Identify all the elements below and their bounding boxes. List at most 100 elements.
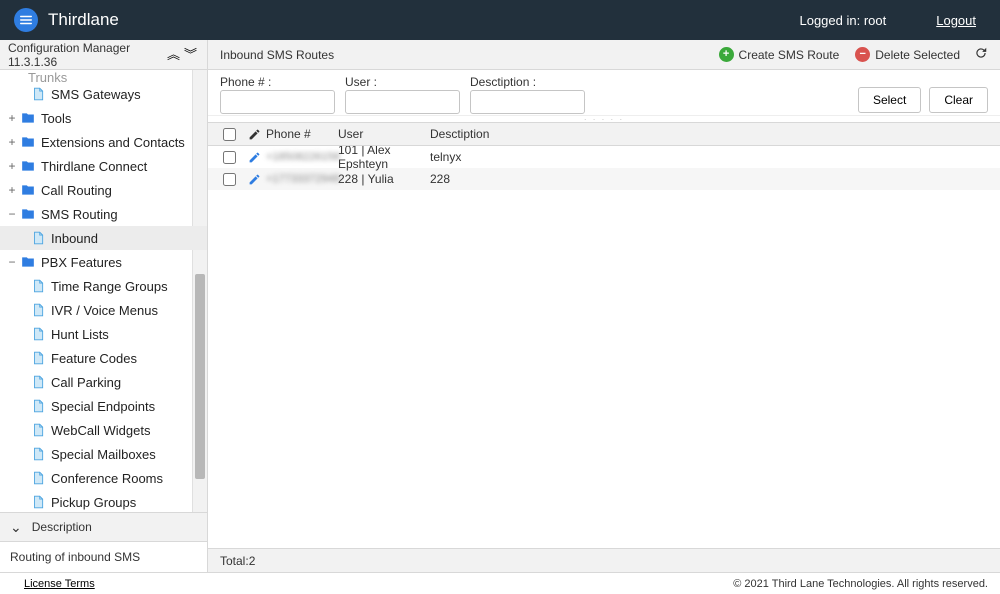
nav-item-label: Special Endpoints — [51, 399, 155, 414]
filter-desc-input[interactable] — [470, 90, 585, 114]
folder-icon — [20, 159, 36, 173]
nav-item-pbx-features[interactable]: − PBX Features — [0, 250, 207, 274]
file-icon — [30, 327, 46, 341]
collapse-all-icon[interactable]: ︽ — [165, 48, 182, 61]
license-terms-link[interactable]: License Terms — [24, 578, 95, 590]
expand-icon[interactable]: + — [6, 159, 18, 173]
page-title: Inbound SMS Routes — [220, 48, 334, 62]
delete-selected-button[interactable]: − Delete Selected — [855, 47, 960, 62]
filter-desc-label: Desctiption : — [470, 75, 585, 89]
file-icon — [30, 495, 46, 509]
nav-item-special-endpoints[interactable]: Special Endpoints — [0, 394, 207, 418]
file-icon — [30, 351, 46, 365]
nav-item-ivr-voice-menus[interactable]: IVR / Voice Menus — [0, 298, 207, 322]
folder-icon — [20, 207, 36, 221]
logout-link[interactable]: Logout — [936, 13, 976, 28]
filter-user-input[interactable] — [345, 90, 460, 114]
nav-item-call-parking[interactable]: Call Parking — [0, 370, 207, 394]
nav-item-label: Special Mailboxes — [51, 447, 156, 462]
sidebar-header: Configuration Manager 11.3.1.36 ︽ ︾ — [0, 40, 207, 70]
table-row[interactable]: +17733372948228 | Yulia228 — [208, 168, 1000, 190]
nav-item-hunt-lists[interactable]: Hunt Lists — [0, 322, 207, 346]
folder-icon — [20, 135, 36, 149]
file-icon — [30, 375, 46, 389]
edit-row-button[interactable] — [242, 173, 266, 186]
nav-item-sms-gateways[interactable]: SMS Gateways — [0, 82, 207, 106]
nav-item-label: Time Range Groups — [51, 279, 168, 294]
nav-item-inbound[interactable]: Inbound — [0, 226, 207, 250]
row-checkbox[interactable] — [223, 151, 236, 164]
cell-desc: 228 — [430, 172, 1000, 186]
nav-item-label: IVR / Voice Menus — [51, 303, 158, 318]
nav-item-label: PBX Features — [41, 255, 122, 270]
folder-icon — [20, 111, 36, 125]
nav-item-conference-rooms[interactable]: Conference Rooms — [0, 466, 207, 490]
file-icon — [30, 399, 46, 413]
nav-item-label: Call Routing — [41, 183, 112, 198]
nav-item-time-range-groups[interactable]: Time Range Groups — [0, 274, 207, 298]
file-icon — [30, 447, 46, 461]
collapse-icon[interactable]: − — [6, 207, 18, 221]
filter-phone-label: Phone # : — [220, 75, 335, 89]
select-button[interactable]: Select — [858, 87, 921, 113]
nav-item-sms-routing[interactable]: −SMS Routing — [0, 202, 207, 226]
col-user[interactable]: User — [338, 127, 430, 141]
nav-item-tools[interactable]: + Tools — [0, 106, 207, 130]
nav-item-webcall-widgets[interactable]: WebCall Widgets — [0, 418, 207, 442]
description-panel-header[interactable]: ⌄ Description — [0, 512, 207, 542]
nav-item-label: Extensions and Contacts — [41, 135, 185, 150]
nav-item-special-mailboxes[interactable]: Special Mailboxes — [0, 442, 207, 466]
file-icon — [30, 87, 46, 101]
minus-icon: − — [855, 47, 870, 62]
nav-item-call-routing[interactable]: + Call Routing — [0, 178, 207, 202]
nav-item-label: Thirdlane Connect — [41, 159, 147, 174]
nav-tree: Trunks SMS Gateways + Tools + Extensions and… — [0, 70, 207, 512]
nav-item-label: Hunt Lists — [51, 327, 109, 342]
file-icon — [30, 303, 46, 317]
nav-item-label: WebCall Widgets — [51, 423, 150, 438]
cell-user: 228 | Yulia — [338, 172, 430, 186]
nav-item-extensions-and-contacts[interactable]: + Extensions and Contacts — [0, 130, 207, 154]
expand-icon[interactable]: + — [6, 111, 18, 125]
row-checkbox[interactable] — [223, 173, 236, 186]
brand-name: Thirdlane — [48, 10, 119, 30]
cell-desc: telnyx — [430, 150, 1000, 164]
refresh-button[interactable] — [974, 46, 988, 63]
filter-user-label: User : — [345, 75, 460, 89]
description-panel-body: Routing of inbound SMS — [0, 542, 207, 572]
nav-item-label: Feature Codes — [51, 351, 137, 366]
nav-item-cutoff[interactable]: Trunks — [0, 70, 207, 82]
sidebar-title: Configuration Manager 11.3.1.36 — [8, 41, 165, 69]
brand-logo-icon — [14, 8, 38, 32]
expand-icon[interactable]: + — [6, 183, 18, 197]
copyright-text: © 2021 Third Lane Technologies. All righ… — [733, 578, 988, 590]
folder-icon — [20, 183, 36, 197]
expand-icon[interactable]: + — [6, 135, 18, 149]
nav-item-pickup-groups[interactable]: Pickup Groups — [0, 490, 207, 512]
plus-icon: + — [719, 47, 734, 62]
cell-user: 101 | Alex Epshteyn — [338, 146, 430, 171]
file-icon — [30, 471, 46, 485]
total-bar: Total: 2 — [208, 548, 1000, 572]
edit-row-button[interactable] — [242, 151, 266, 164]
cell-phone: +17733372948 — [266, 173, 338, 185]
select-all-checkbox[interactable] — [223, 128, 236, 141]
col-desc[interactable]: Desctiption — [430, 127, 1000, 141]
expand-all-icon[interactable]: ︾ — [182, 48, 199, 61]
col-phone[interactable]: Phone # — [266, 127, 338, 141]
folder-icon — [20, 255, 36, 269]
nav-item-label: Tools — [41, 111, 71, 126]
collapse-icon[interactable]: − — [6, 255, 18, 269]
clear-button[interactable]: Clear — [929, 87, 988, 113]
nav-item-thirdlane-connect[interactable]: + Thirdlane Connect — [0, 154, 207, 178]
file-icon — [30, 423, 46, 437]
table-row[interactable]: +18508226158101 | Alex Epshteyntelnyx — [208, 146, 1000, 168]
nav-item-label: Pickup Groups — [51, 495, 136, 510]
nav-item-label: Inbound — [51, 231, 98, 246]
create-sms-route-button[interactable]: + Create SMS Route — [719, 47, 840, 62]
nav-item-feature-codes[interactable]: Feature Codes — [0, 346, 207, 370]
filter-phone-input[interactable] — [220, 90, 335, 114]
edit-column-icon — [242, 128, 266, 141]
nav-item-label: Call Parking — [51, 375, 121, 390]
logged-in-label: Logged in: root — [799, 13, 886, 28]
